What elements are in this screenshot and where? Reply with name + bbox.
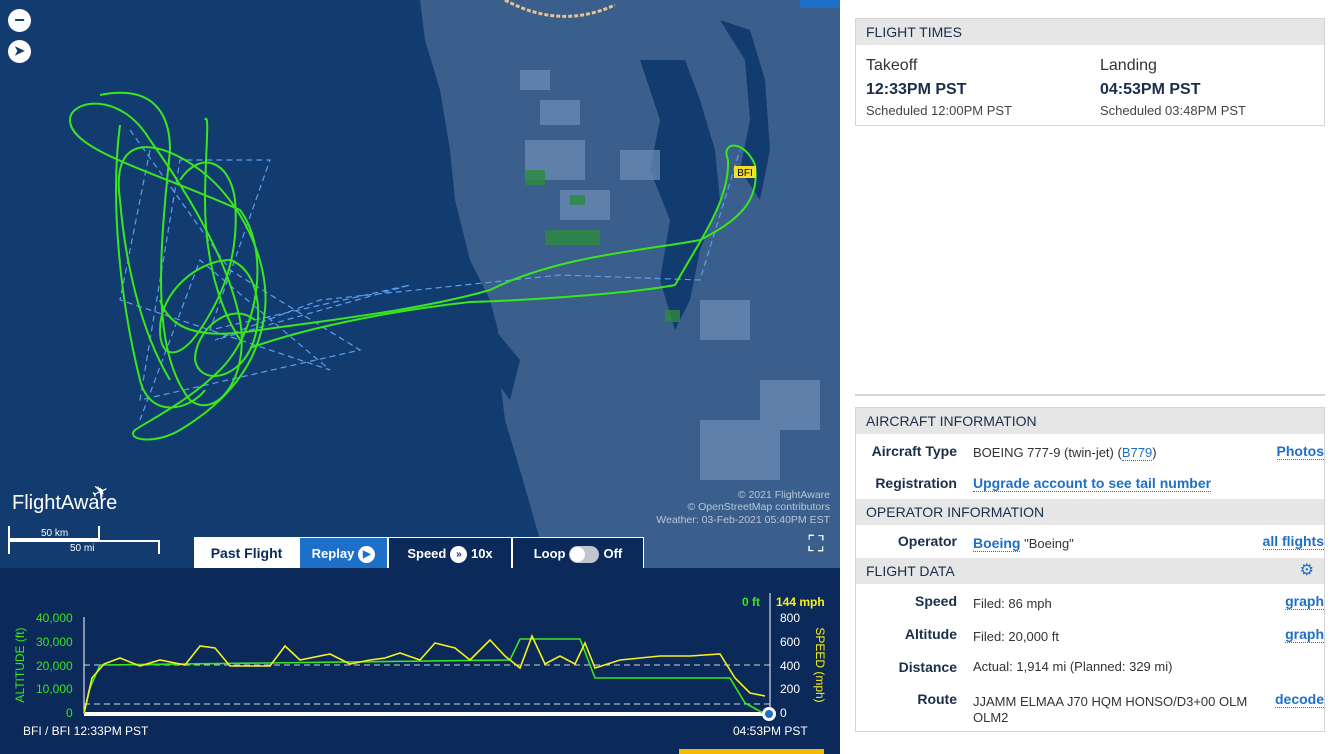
operator-value: Boeing "Boeing" <box>973 535 1263 552</box>
decode-link[interactable]: decode <box>1274 691 1324 708</box>
speed-label: Speed <box>407 546 447 561</box>
flight-details: FLIGHT TIMES Takeoff 12:33PM PST Schedul… <box>840 0 1330 754</box>
map-area: BFI − ➤ FlightAware ✈ 50 km 50 mi © 2021… <box>0 0 840 754</box>
speed-value: 10x <box>470 546 493 561</box>
playback-controls: Past Flight Replay ▶ Speed» 10x Loop Off <box>194 537 644 568</box>
aircraft-header: AIRCRAFT INFORMATION <box>856 408 1324 434</box>
map-attribution: © 2021 FlightAware © OpenStreetMap contr… <box>656 489 830 526</box>
aircraft-type-value: BOEING 777-9 (twin-jet) (B779) <box>973 445 1263 461</box>
altitude-tick: 40,000 <box>36 611 73 625</box>
altitude-tick: 10,000 <box>36 682 73 696</box>
altitude-axis-label: ALTITUDE (ft) <box>13 627 27 703</box>
altitude-tick: 30,000 <box>36 635 73 649</box>
flight-times-panel: FLIGHT TIMES Takeoff 12:33PM PST Schedul… <box>855 18 1325 126</box>
gear-icon[interactable]: ⚙ <box>1300 558 1314 584</box>
replay-label: Replay <box>311 546 355 561</box>
takeoff-time: 12:33PM PST <box>866 81 967 98</box>
aircraft-type-label: Aircraft Type <box>871 443 957 459</box>
takeoff-scheduled: Scheduled 12:00PM PST <box>866 103 1012 118</box>
land-mass <box>420 0 840 568</box>
altitude-tick: 20,000 <box>36 659 73 673</box>
altitude-tick: 0 <box>66 706 73 720</box>
replay-button[interactable]: Replay ▶ <box>299 537 388 568</box>
graph-footer-bar <box>679 749 824 754</box>
loop-value: Off <box>603 546 623 561</box>
aircraft-type-text: BOEING 777-9 (twin-jet) ( <box>973 445 1122 460</box>
scale-mi: 50 mi <box>70 543 95 554</box>
takeoff-block: Takeoff 12:33PM PST Scheduled 12:00PM PS… <box>866 57 1012 118</box>
attribution-line: Weather: 03-Feb-2021 05:40PM EST <box>656 513 830 526</box>
aircraft-code-link[interactable]: B779 <box>1121 445 1153 461</box>
speed-tick: 800 <box>780 611 801 625</box>
altitude-speed-graph: 0 ft 144 mph ALTITUDE (ft) SPEED (mph) 4… <box>0 568 840 754</box>
all-flights-link[interactable]: all flights <box>1262 533 1324 550</box>
aircraft-panel: AIRCRAFT INFORMATION Aircraft Type BOEIN… <box>855 407 1325 732</box>
play-icon: ▶ <box>358 546 376 564</box>
loop-toggle[interactable]: Loop Off <box>512 537 644 568</box>
operator-label: Operator <box>897 533 957 549</box>
route-label: Route <box>917 691 957 707</box>
photos-link[interactable]: Photos <box>1276 443 1324 460</box>
toggle-switch[interactable] <box>569 546 600 564</box>
speed-axis-label: SPEED (mph) <box>813 627 827 703</box>
map-canvas: BFI <box>68 0 840 568</box>
graph-end-label: 04:53PM PST <box>733 724 808 738</box>
operator-header: OPERATOR INFORMATION <box>856 499 1324 525</box>
flight-data-header: FLIGHT DATA ⚙ <box>856 558 1324 584</box>
aircraft-type-close: ) <box>1152 445 1157 460</box>
attribution-line: © OpenStreetMap contributors <box>687 501 830 514</box>
compass-icon[interactable]: ➤ <box>8 40 31 63</box>
speed-button[interactable]: Speed» 10x <box>388 537 512 568</box>
fast-forward-icon: » <box>450 546 468 564</box>
speed-tick: 200 <box>780 682 801 696</box>
operator-quoted: "Boeing" <box>1024 536 1074 551</box>
altitude-value: Filed: 20,000 ft <box>973 629 1059 644</box>
speed-tick: 600 <box>780 635 801 649</box>
distance-label: Distance <box>898 659 957 675</box>
speed-value: Filed: 86 mph <box>973 596 1052 611</box>
airport-label: BFI <box>737 168 753 179</box>
landing-scheduled: Scheduled 03:48PM PST <box>1100 103 1246 118</box>
attribution-line: © 2021 FlightAware <box>737 489 830 501</box>
speed-tick: 400 <box>780 659 801 673</box>
route-value: JJAMM ELMAA J70 HQM HONSO/D3+00 OLM OLM2 <box>973 694 1248 725</box>
landing-block: Landing 04:53PM PST Scheduled 03:48PM PS… <box>1100 57 1246 118</box>
registration-upgrade-link: Upgrade account to see tail number <box>973 475 1263 492</box>
past-flight-tab[interactable]: Past Flight <box>194 537 299 568</box>
speed-tick: 0 <box>780 706 787 720</box>
scale-km: 50 km <box>41 528 69 539</box>
graph-start-label: BFI / BFI 12:33PM PST <box>23 724 149 738</box>
current-altitude: 0 ft <box>742 595 760 609</box>
upgrade-link[interactable]: Upgrade account to see tail number <box>973 475 1212 492</box>
expand-icon[interactable]: ⛶ <box>803 532 829 558</box>
current-speed: 144 mph <box>776 595 825 609</box>
speed-label: Speed <box>914 593 957 609</box>
operator-link[interactable]: Boeing <box>973 535 1021 552</box>
altitude-label: Altitude <box>904 626 957 642</box>
flight-times-header: FLIGHT TIMES <box>856 19 1324 45</box>
distance-value: Actual: 1,914 mi (Planned: 329 mi) <box>973 659 1173 674</box>
flight-data-title: FLIGHT DATA <box>866 563 955 579</box>
loop-label: Loop <box>533 546 566 561</box>
speed-graph-link[interactable]: graph <box>1285 593 1324 610</box>
map-scale: 50 km 50 mi <box>8 526 160 556</box>
flight-map[interactable]: BFI − ➤ FlightAware ✈ 50 km 50 mi © 2021… <box>0 0 840 568</box>
minus-icon[interactable]: − <box>8 9 31 32</box>
landing-time: 04:53PM PST <box>1100 81 1201 98</box>
divider <box>855 394 1325 396</box>
altitude-graph-link[interactable]: graph <box>1285 626 1324 643</box>
registration-label: Registration <box>875 475 957 491</box>
landing-label: Landing <box>1100 57 1157 74</box>
takeoff-label: Takeoff <box>866 57 918 74</box>
